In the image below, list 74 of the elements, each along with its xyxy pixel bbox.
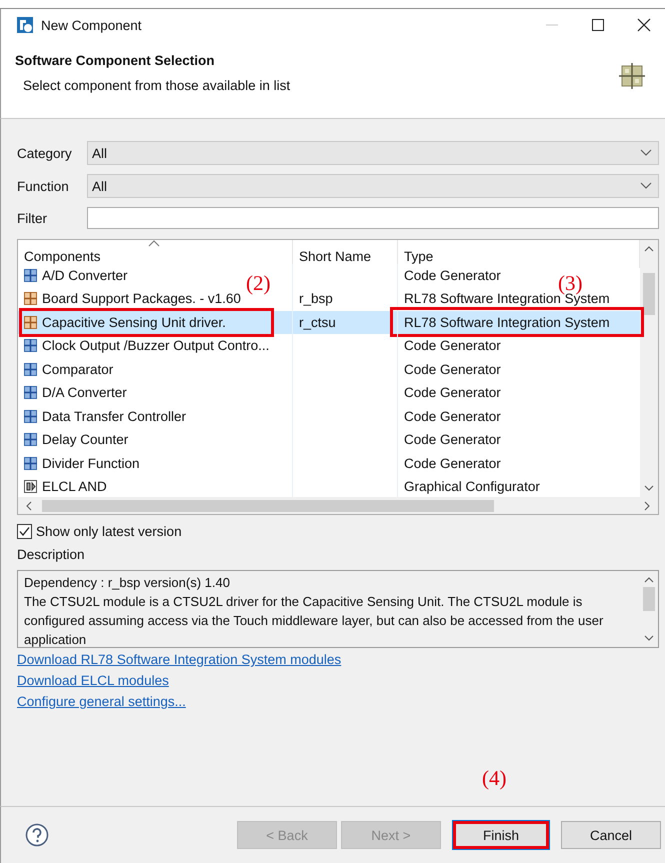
field-label: Category [17, 146, 73, 160]
field-label: Filter [17, 210, 48, 226]
grid-icon [24, 268, 37, 282]
table-cell: Graphical Configurator [404, 479, 540, 494]
app-logo-icon [17, 17, 33, 33]
table-cell: r_ctsu [299, 314, 336, 330]
table-cell[interactable]: Board Support Packages. - v1.60 [42, 291, 241, 306]
table-cell: Code Generator [404, 385, 501, 400]
column-header[interactable]: Components [18, 240, 293, 268]
table-cell: Code Generator [404, 362, 501, 377]
table-cell: RL78 Software Integration System [404, 314, 610, 330]
table-cell[interactable]: Divider Function [42, 456, 140, 471]
maximize-icon[interactable] [591, 18, 605, 32]
scroll-left-icon[interactable] [26, 500, 32, 510]
page-title: Software Component Selection [15, 53, 216, 68]
column-header[interactable]: Short Name [293, 240, 398, 268]
table-cell[interactable]: D/A Converter [42, 385, 127, 400]
scroll-up-icon[interactable] [644, 246, 654, 252]
scrollbar-thumb[interactable] [643, 587, 655, 611]
table-cell: Code Generator [404, 338, 501, 354]
link[interactable]: Download ELCL modules [17, 673, 169, 688]
page-subtitle: Select component from those available in list [23, 78, 290, 93]
scroll-down-icon[interactable] [644, 485, 654, 491]
check-icon [19, 526, 30, 537]
component-icon [619, 63, 645, 89]
window-title: New Component [41, 18, 143, 32]
table-cell[interactable]: ELCL AND [42, 479, 107, 494]
checkbox-label: Show only latest version [36, 524, 182, 539]
grid-icon [24, 386, 37, 400]
grid-icon [24, 316, 37, 329]
table-cell: Code Generator [404, 432, 501, 448]
table-cell: Code Generator [404, 456, 501, 471]
chevron-down-icon [640, 182, 652, 190]
horizontal-scrollbar[interactable] [18, 497, 658, 514]
table-cell[interactable]: Comparator [42, 362, 114, 377]
table-cell: Code Generator [404, 268, 501, 283]
scroll-up-icon[interactable] [644, 577, 654, 583]
annotation-label: (2) [246, 271, 270, 296]
grid-icon [24, 339, 37, 352]
checkbox[interactable] [17, 524, 32, 539]
gate-icon [24, 480, 37, 494]
scrollbar-thumb[interactable] [42, 500, 494, 512]
chevron-down-icon [640, 149, 652, 157]
grid-icon [24, 456, 37, 470]
field-label: Function [17, 178, 70, 194]
grid-icon [24, 433, 37, 446]
link[interactable]: Download RL78 Software Integration System modules [17, 652, 342, 667]
table-cell: Code Generator [404, 408, 501, 424]
annotation-label: (4) [482, 766, 506, 791]
scrollbar-thumb[interactable] [643, 272, 655, 314]
grid-icon [24, 362, 37, 376]
dropdown[interactable]: All [87, 174, 659, 198]
close-icon[interactable] [637, 18, 651, 32]
dropdown[interactable]: All [87, 141, 659, 165]
section-label: Description [17, 547, 86, 562]
scroll-down-icon[interactable] [644, 635, 654, 641]
sort-caret-icon [148, 240, 160, 247]
scroll-right-icon[interactable] [644, 500, 650, 510]
table-cell: r_bsp [299, 291, 333, 306]
dialog-button[interactable]: Finish [453, 821, 549, 849]
table-cell[interactable]: Clock Output /Buzzer Output Contro... [42, 338, 270, 354]
table-cell[interactable]: Data Transfer Controller [42, 408, 186, 424]
link[interactable]: Configure general settings... [17, 694, 186, 709]
dialog-button[interactable]: Cancel [561, 821, 661, 849]
help-icon[interactable] [25, 823, 49, 847]
grid-icon [24, 410, 37, 423]
filter-field[interactable] [87, 207, 659, 229]
table-cell[interactable]: A/D Converter [42, 268, 128, 283]
grid-icon [24, 292, 37, 306]
table-cell[interactable]: Delay Counter [42, 432, 128, 448]
description-text: Dependency : r_bsp version(s) 1.40 [24, 574, 231, 592]
description-text: The CTSU2L module is a CTSU2L driver for the Capacitive Sensing Unit. The CTSU2L module is configured assuming access via the Touch middleware layer, but can also be accessed from the user application [24, 593, 604, 649]
vertical-scrollbar[interactable] [640, 240, 658, 497]
annotation-label: (3) [558, 271, 582, 295]
